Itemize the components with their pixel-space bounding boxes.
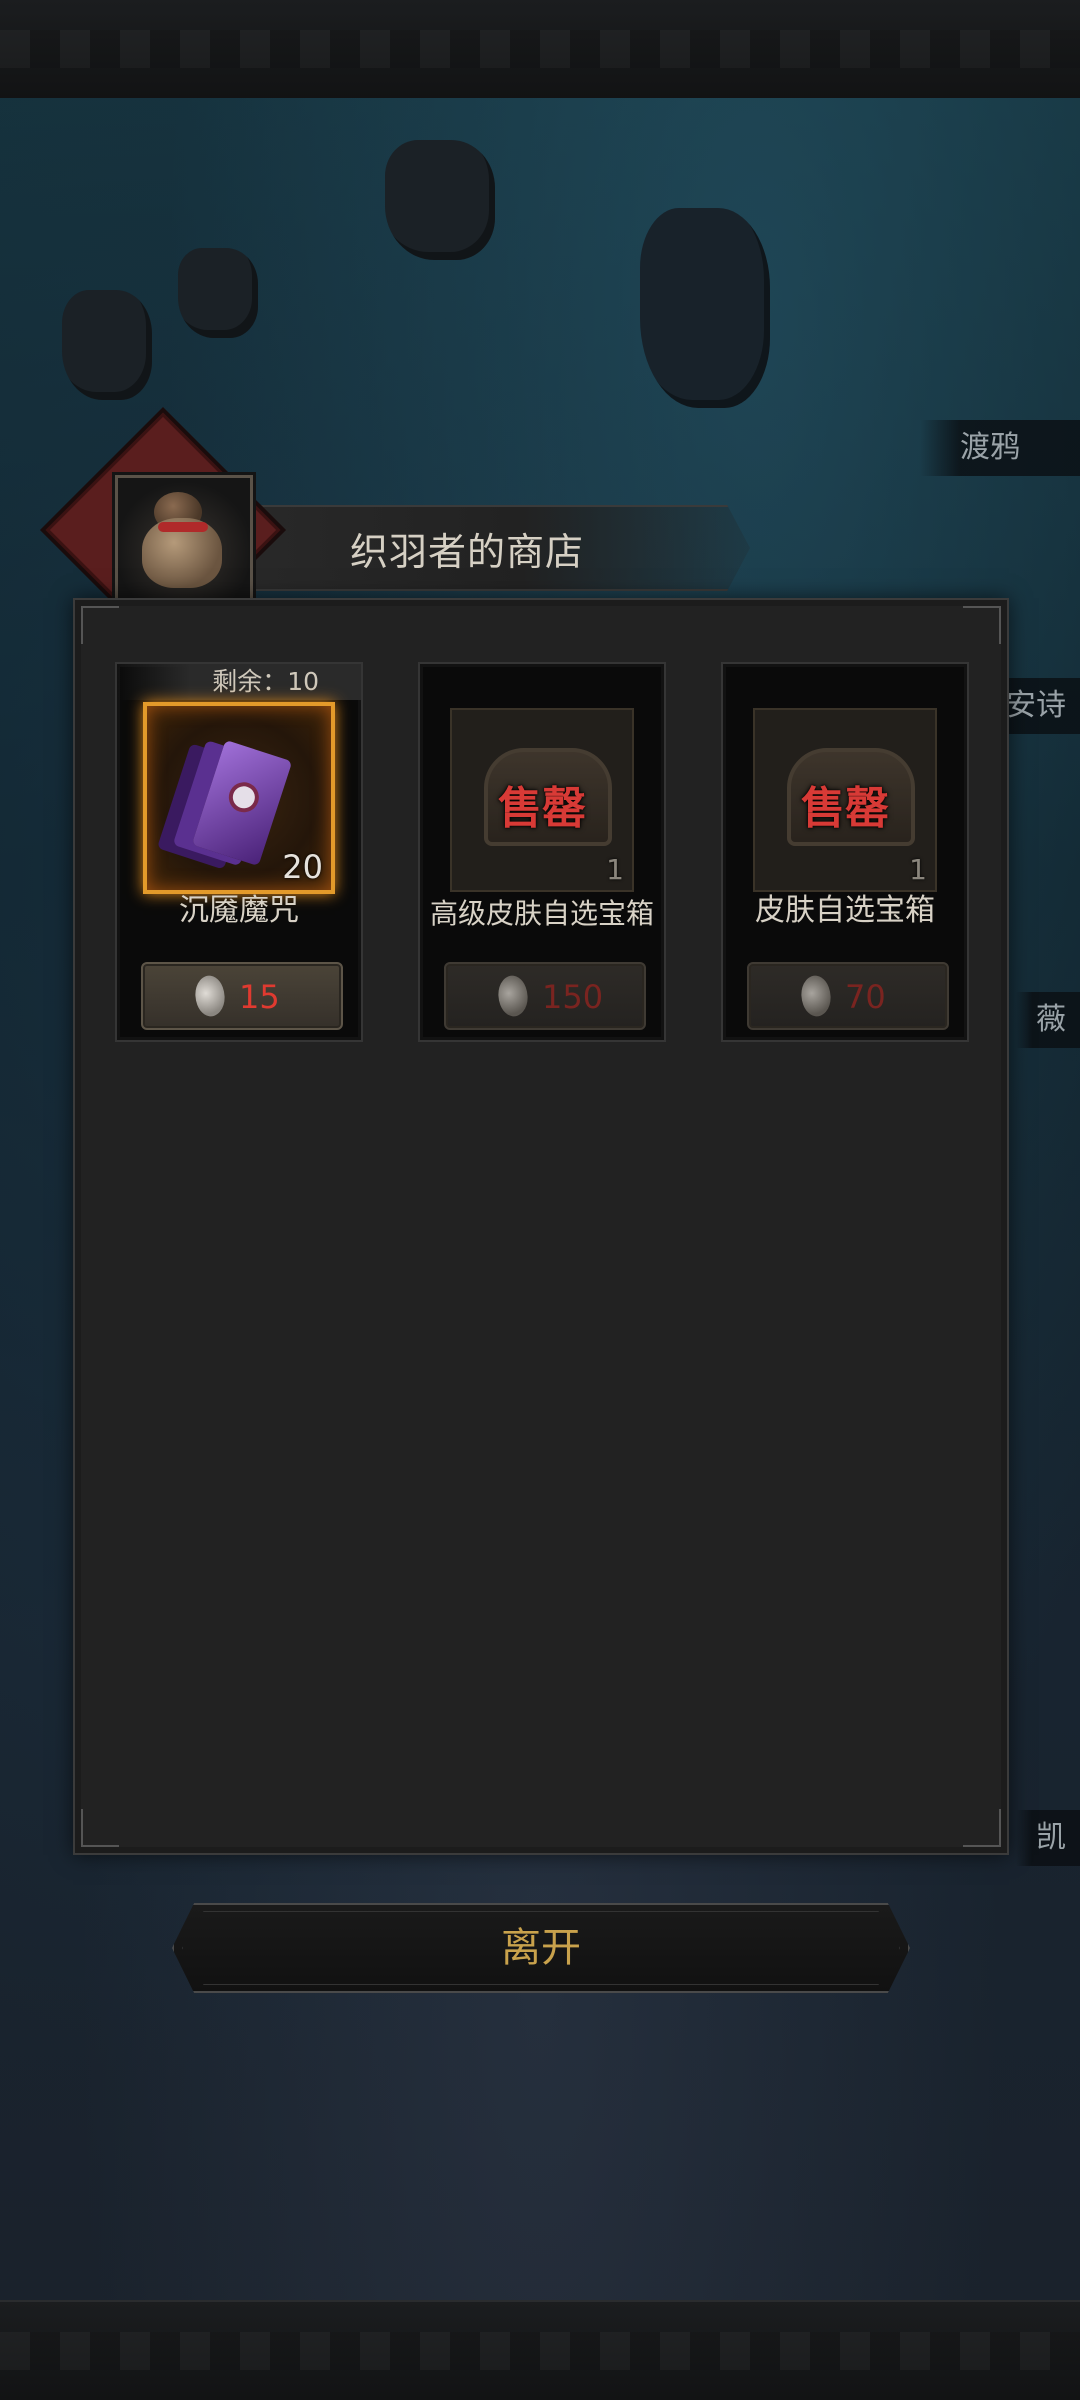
buy-button[interactable]: 150 <box>444 962 646 1030</box>
corner-ornament <box>963 1809 1001 1847</box>
stock-remaining: 剩余：10 <box>117 664 361 700</box>
feather-currency-icon <box>795 972 837 1020</box>
item-price: 15 <box>239 978 280 1016</box>
merchant-scarf <box>158 522 208 532</box>
corner-ornament <box>81 1809 119 1847</box>
item-quantity: 1 <box>909 853 927 886</box>
item-icon-frame[interactable]: 20 <box>143 702 335 894</box>
leave-button-label: 离开 <box>501 1925 581 1971</box>
item-name: 皮肤自选宝箱 <box>755 893 935 928</box>
bottom-frame <box>0 2300 1080 2400</box>
npc-label-partial[interactable]: 凯 <box>1016 1810 1080 1866</box>
feather-currency-icon <box>492 972 534 1020</box>
item-price: 70 <box>845 978 886 1016</box>
shop-item-card[interactable]: 售罄 1 皮肤自选宝箱 70 <box>721 662 969 1042</box>
item-quantity: 1 <box>606 853 624 886</box>
item-price: 150 <box>542 978 604 1016</box>
item-icon-frame[interactable]: 售罄 1 <box>450 708 634 892</box>
merchant-portrait <box>115 475 253 613</box>
sold-out-label: 售罄 <box>498 783 586 834</box>
floating-rock <box>178 248 258 338</box>
corner-ornament <box>81 606 119 644</box>
item-icon-frame[interactable]: 售罄 1 <box>753 708 937 892</box>
npc-label-partial[interactable]: 薇 <box>1016 992 1080 1048</box>
buy-button[interactable]: 70 <box>747 962 949 1030</box>
feather-currency-icon <box>189 972 231 1020</box>
shop-item-card[interactable]: 售罄 1 高级皮肤自选宝箱 150 <box>418 662 666 1042</box>
floating-rock <box>385 140 495 260</box>
shop-title: 织羽者的商店 <box>350 530 585 574</box>
tower <box>640 208 770 408</box>
floating-rock <box>62 290 152 400</box>
buy-button[interactable]: 15 <box>141 962 343 1030</box>
shop-panel: 剩余：10 20 沉魇魔咒 15 售罄 1 高级皮肤自选宝箱 150 售罄 1 … <box>73 598 1009 1855</box>
top-frame <box>0 0 1080 100</box>
shop-item-card[interactable]: 剩余：10 20 沉魇魔咒 15 <box>115 662 363 1042</box>
spell-scroll-icon <box>191 739 293 867</box>
item-quantity: 20 <box>282 848 323 886</box>
item-name: 高级皮肤自选宝箱 <box>429 897 654 930</box>
npc-label-raven[interactable]: 渡鸦 <box>920 420 1080 476</box>
sold-out-label: 售罄 <box>801 783 889 834</box>
shop-header: 织羽者的商店 <box>45 412 750 648</box>
item-name: 沉魇魔咒 <box>179 893 299 928</box>
leave-button[interactable]: 离开 <box>172 1903 910 1993</box>
corner-ornament <box>963 606 1001 644</box>
